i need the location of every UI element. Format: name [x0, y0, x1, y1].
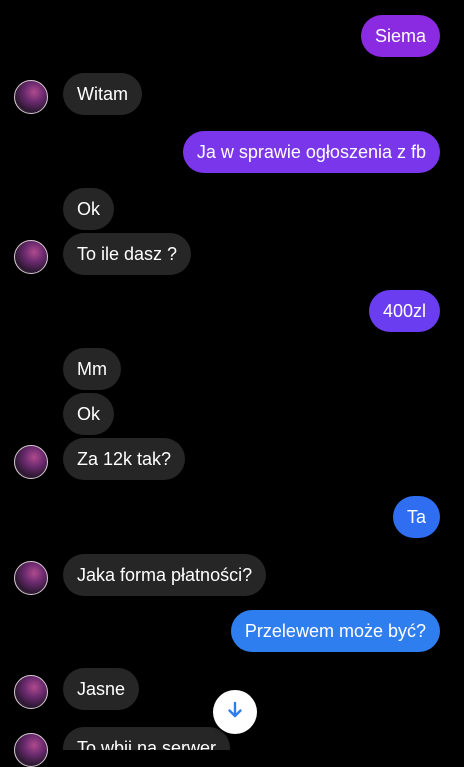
contact-avatar[interactable]: [14, 561, 48, 595]
message-outgoing[interactable]: Ta: [392, 496, 440, 538]
contact-avatar[interactable]: [14, 733, 48, 767]
contact-avatar[interactable]: [14, 445, 48, 479]
message-outgoing[interactable]: Siema: [360, 15, 440, 57]
contact-avatar[interactable]: [14, 675, 48, 709]
message-outgoing[interactable]: Ja w sprawie ogłoszenia z fb: [182, 131, 440, 173]
message-incoming[interactable]: Za 12k tak?: [63, 438, 186, 480]
message-outgoing[interactable]: Przelewem może być?: [230, 610, 440, 652]
arrow-down-icon: [225, 700, 245, 725]
message-incoming[interactable]: Ok: [63, 393, 115, 435]
contact-avatar[interactable]: [14, 80, 48, 114]
message-incoming[interactable]: Jasne: [63, 668, 140, 710]
message-incoming[interactable]: Mm: [63, 348, 121, 390]
message-incoming[interactable]: To ile dasz ?: [63, 233, 192, 275]
contact-avatar[interactable]: [14, 240, 48, 274]
message-incoming[interactable]: Witam: [63, 73, 142, 115]
message-incoming[interactable]: Jaka forma płatności?: [63, 554, 267, 596]
message-incoming[interactable]: To wbij na serwer: [63, 727, 231, 750]
message-outgoing[interactable]: 400zl: [368, 290, 440, 332]
message-incoming[interactable]: Ok: [63, 188, 115, 230]
chat-thread: Siema Witam Ja w sprawie ogłoszenia z fb…: [0, 0, 464, 767]
scroll-to-bottom-button[interactable]: [213, 690, 257, 734]
